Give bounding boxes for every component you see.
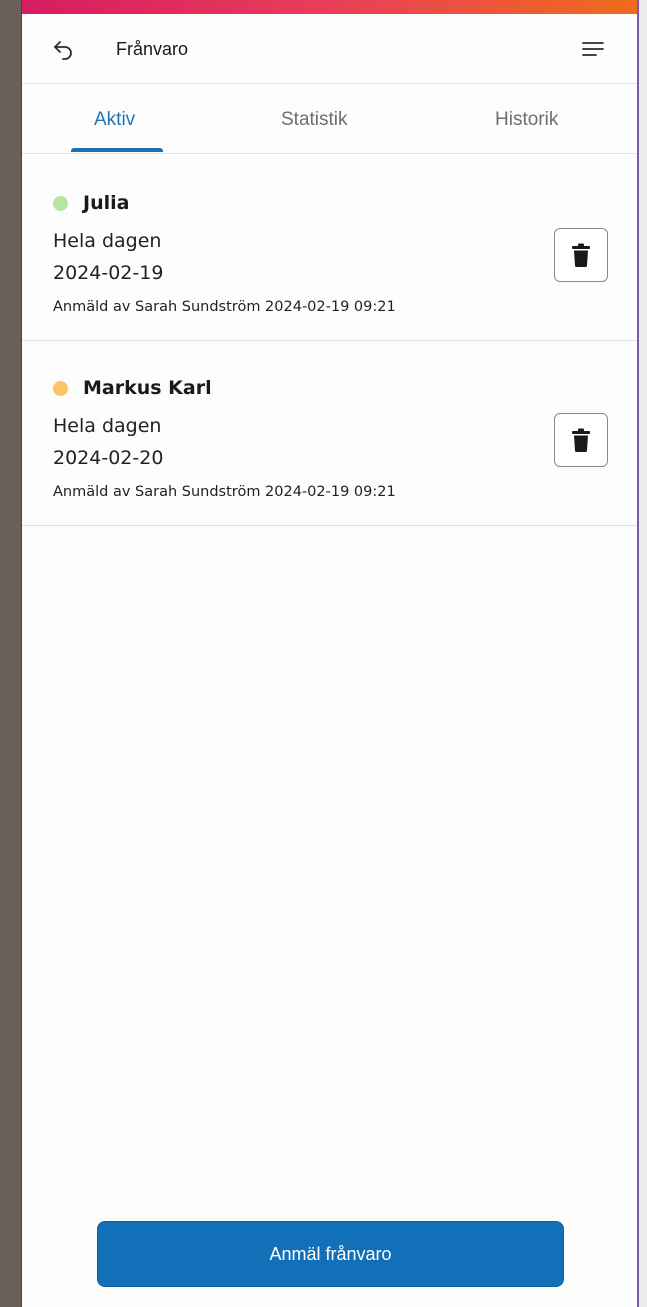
absence-duration: Hela dagen xyxy=(53,230,162,252)
page-title: Frånvaro xyxy=(116,39,189,59)
app-header: Frånvaro xyxy=(22,14,637,84)
tab-statistik[interactable]: Statistik xyxy=(281,108,348,132)
brand-gradient-bar xyxy=(22,0,637,14)
trash-icon xyxy=(572,243,590,267)
delete-absence-button[interactable] xyxy=(554,413,608,467)
tab-aktiv[interactable]: Aktiv xyxy=(94,108,135,132)
tab-historik[interactable]: Historik xyxy=(495,108,558,132)
absence-date: 2024-02-20 xyxy=(53,447,164,469)
trash-icon xyxy=(572,428,590,452)
tab-bar: Aktiv Statistik Historik xyxy=(22,84,637,154)
absence-item: Markus Karl Hela dagen 2024-02-20 Anmäld… xyxy=(22,340,637,526)
absence-reported-by: Anmäld av Sarah Sundström 2024-02-19 09:… xyxy=(53,484,396,500)
hamburger-menu-icon[interactable] xyxy=(581,37,605,61)
absence-name: Markus Karl xyxy=(83,377,212,399)
absence-duration: Hela dagen xyxy=(53,415,162,437)
status-dot xyxy=(53,196,68,211)
absence-reported-by: Anmäld av Sarah Sundström 2024-02-19 09:… xyxy=(53,299,396,315)
active-tab-indicator xyxy=(71,148,163,152)
absence-name: Julia xyxy=(83,192,130,214)
absence-date: 2024-02-19 xyxy=(53,262,164,284)
back-arrow-icon[interactable] xyxy=(51,37,75,61)
app-window: Frånvaro Aktiv Statistik Historik Julia … xyxy=(22,0,637,1307)
status-dot xyxy=(53,381,68,396)
report-absence-button[interactable]: Anmäl frånvaro xyxy=(97,1221,564,1287)
delete-absence-button[interactable] xyxy=(554,228,608,282)
absence-item: Julia Hela dagen 2024-02-19 Anmäld av Sa… xyxy=(22,155,637,341)
window-frame-edge xyxy=(637,0,647,1307)
